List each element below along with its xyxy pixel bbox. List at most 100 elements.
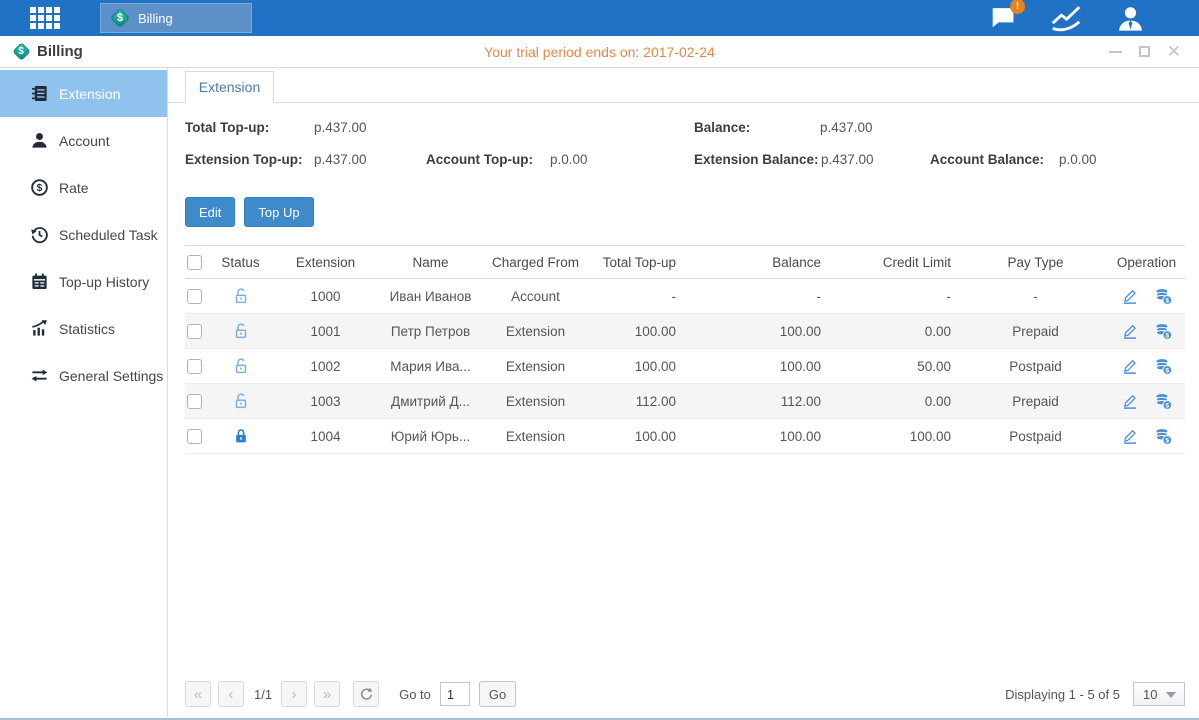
taskbar-tab-billing[interactable]: $ Billing <box>100 3 252 33</box>
svg-text:$: $ <box>1165 437 1169 444</box>
col-operation: Operation <box>1108 255 1185 270</box>
sidebar-item-account[interactable]: Account <box>0 117 167 164</box>
select-all-checkbox[interactable] <box>187 255 202 270</box>
ledger-icon <box>30 84 49 103</box>
row-checkbox[interactable] <box>187 429 202 444</box>
cell-charged-from: Account <box>478 289 593 304</box>
reports-chart-icon[interactable] <box>1050 5 1082 32</box>
taskbar-tab-label: Billing <box>138 11 173 26</box>
dollar-circle-icon: $ <box>30 178 49 197</box>
col-total-topup[interactable]: Total Top-up <box>593 255 688 270</box>
cell-extension: 1001 <box>268 324 383 339</box>
first-page-button[interactable]: « <box>185 681 211 707</box>
sidebar-item-general-settings[interactable]: General Settings <box>0 352 167 399</box>
sidebar-item-label: General Settings <box>59 368 163 384</box>
top-up-coins-icon[interactable]: $ <box>1154 357 1173 376</box>
top-up-coins-icon[interactable]: $ <box>1154 322 1173 341</box>
status-lock-icon <box>213 392 268 410</box>
goto-page-input[interactable] <box>440 682 470 706</box>
sidebar-item-label: Scheduled Task <box>59 227 158 243</box>
extension-balance-label: Extension Balance: <box>694 152 819 167</box>
edit-pencil-icon[interactable] <box>1121 357 1139 375</box>
cell-total-topup: 112.00 <box>593 394 688 409</box>
col-balance[interactable]: Balance <box>688 255 833 270</box>
notifications-chat-icon[interactable]: ! <box>989 6 1016 30</box>
status-lock-icon <box>213 357 268 375</box>
row-checkbox[interactable] <box>187 289 202 304</box>
edit-pencil-icon[interactable] <box>1121 322 1139 340</box>
cell-credit-limit: 50.00 <box>833 359 963 374</box>
sidebar: Extension Account $ Rate <box>0 68 168 717</box>
cell-credit-limit: 100.00 <box>833 429 963 444</box>
refresh-icon <box>359 687 374 702</box>
window-controls: ✕ <box>1109 45 1181 59</box>
go-button[interactable]: Go <box>479 681 516 707</box>
goto-label: Go to <box>399 687 431 702</box>
col-charged-from[interactable]: Charged From <box>478 255 593 270</box>
page-size-select[interactable]: 10 <box>1133 682 1185 706</box>
tab-extension[interactable]: Extension <box>185 71 274 103</box>
col-status[interactable]: Status <box>213 255 268 270</box>
prev-page-button[interactable]: ‹ <box>218 681 244 707</box>
table-header: Status Extension Name Charged From Total… <box>185 245 1185 279</box>
cell-pay-type: Postpaid <box>963 359 1108 374</box>
cell-name: Иван Иванов <box>383 289 478 304</box>
billing-dollar-diamond-icon: $ <box>12 43 30 61</box>
top-up-coins-icon[interactable]: $ <box>1154 392 1173 411</box>
edit-button[interactable]: Edit <box>185 197 235 227</box>
sidebar-item-scheduled-task[interactable]: Scheduled Task <box>0 211 167 258</box>
action-buttons: Edit Top Up <box>185 197 1185 227</box>
cell-balance: 100.00 <box>688 324 833 339</box>
minimize-icon[interactable] <box>1109 45 1122 59</box>
top-up-button[interactable]: Top Up <box>244 197 313 227</box>
sidebar-item-topup-history[interactable]: Top-up History <box>0 258 167 305</box>
row-checkbox[interactable] <box>187 394 202 409</box>
sidebar-item-label: Account <box>59 133 110 149</box>
edit-pencil-icon[interactable] <box>1121 287 1139 305</box>
next-page-button[interactable]: › <box>281 681 307 707</box>
total-topup-label: Total Top-up: <box>185 120 269 135</box>
person-icon <box>30 131 49 150</box>
col-extension[interactable]: Extension <box>268 255 383 270</box>
cell-balance: - <box>688 289 833 304</box>
svg-text:$: $ <box>1165 402 1169 409</box>
main-content: Extension Total Top-up: p.437.00 Balance… <box>168 68 1199 717</box>
balance-value: p.437.00 <box>820 120 873 135</box>
table-row: 1003 Дмитрий Д... Extension 112.00 112.0… <box>185 384 1185 419</box>
sidebar-item-label: Rate <box>59 180 89 196</box>
sidebar-item-rate[interactable]: $ Rate <box>0 164 167 211</box>
balance-label: Balance: <box>694 120 750 135</box>
user-account-icon[interactable] <box>1116 5 1145 32</box>
sidebar-item-label: Statistics <box>59 321 115 337</box>
cell-balance: 100.00 <box>688 359 833 374</box>
account-topup-label: Account Top-up: <box>426 152 533 167</box>
cell-charged-from: Extension <box>478 359 593 374</box>
sidebar-item-statistics[interactable]: Statistics <box>0 305 167 352</box>
table-row: 1004 Юрий Юрь... Extension 100.00 100.00… <box>185 419 1185 454</box>
close-icon[interactable]: ✕ <box>1167 45 1181 59</box>
col-pay-type[interactable]: Pay Type <box>963 255 1108 270</box>
trial-notice: Your trial period ends on: 2017-02-24 <box>0 44 1199 60</box>
cell-name: Юрий Юрь... <box>383 429 478 444</box>
row-checkbox[interactable] <box>187 359 202 374</box>
page-size-value: 10 <box>1143 687 1157 702</box>
total-topup-value: p.437.00 <box>314 120 367 135</box>
top-up-coins-icon[interactable]: $ <box>1154 427 1173 446</box>
table-row: 1002 Мария Ива... Extension 100.00 100.0… <box>185 349 1185 384</box>
last-page-button[interactable]: » <box>314 681 340 707</box>
edit-pencil-icon[interactable] <box>1121 427 1139 445</box>
maximize-icon[interactable] <box>1139 45 1150 59</box>
edit-pencil-icon[interactable] <box>1121 392 1139 410</box>
col-credit-limit[interactable]: Credit Limit <box>833 255 963 270</box>
row-checkbox[interactable] <box>187 324 202 339</box>
pagination-bar: « ‹ 1/1 › » Go to Go Displaying 1 - 5 of… <box>185 680 1185 708</box>
extension-topup-value: p.437.00 <box>314 152 367 167</box>
refresh-button[interactable] <box>353 681 379 707</box>
table-row: 1000 Иван Иванов Account - - - - <box>185 279 1185 314</box>
top-up-coins-icon[interactable]: $ <box>1154 287 1173 306</box>
app-launcher-grid-icon[interactable] <box>30 7 60 29</box>
cell-pay-type: Postpaid <box>963 429 1108 444</box>
sidebar-item-extension[interactable]: Extension <box>0 70 167 117</box>
col-name[interactable]: Name <box>383 255 478 270</box>
cell-name: Мария Ива... <box>383 359 478 374</box>
